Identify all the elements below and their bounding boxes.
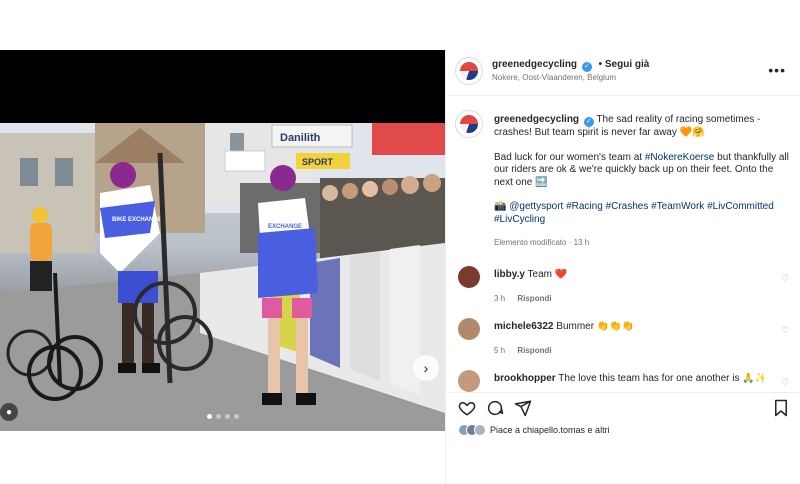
carousel-dots [206,414,239,419]
verified-icon: ✓ [581,62,592,72]
header-username[interactable]: greenedgecycling [492,59,577,70]
comment-meta: 3 h Rispondi [494,294,552,303]
share-icon[interactable] [514,399,532,417]
comment-heart-icon[interactable]: ♡ [781,325,789,336]
comment-username[interactable]: libby.y [494,269,525,280]
heart-icon[interactable] [458,399,476,417]
follow-status-button[interactable]: • Segui già [599,59,650,70]
post-media[interactable]: Danilith SPORT BIKE EXCHANGE EXCHANGE › … [0,50,445,431]
caption-username[interactable]: greenedgecycling [494,114,579,125]
race-photo: Danilith SPORT BIKE EXCHANGE EXCHANGE › … [0,123,445,431]
jersey-text-2: EXCHANGE [268,224,302,230]
comment-text: Bummer 👏👏👏 [556,321,635,332]
commenter-avatar[interactable] [458,318,480,340]
hashtag-link[interactable]: #NokereKoerse [645,152,714,163]
caption-avatar[interactable] [455,110,483,138]
comment-time: 5 h [494,346,506,355]
post-header: greenedgecycling ✓ • Segui già Nokere, O… [446,50,800,96]
reply-button[interactable]: Rispondi [517,346,551,355]
carousel-dot [224,414,230,419]
header-username-row: greenedgecycling ✓ • Segui già [492,59,649,72]
user-tags-button[interactable]: ● [0,403,18,421]
reply-button[interactable]: Rispondi [517,294,551,303]
location-link[interactable]: Nokere, Oost-Vlaanderen, Belgium [492,73,616,82]
comment-item: michele6322 Bummer 👏👏👏 5 h Rispondi ♡ [446,318,800,358]
comment-icon[interactable] [486,399,504,417]
chevron-right-icon: › [423,360,429,376]
bookmark-icon[interactable] [773,399,789,417]
comment-item: brookhopper The love this team has for o… [446,370,800,392]
commenter-avatar[interactable] [458,370,480,392]
comment-meta: 5 h Rispondi [494,346,552,355]
comment-text-row: libby.y Team ❤️ [494,269,764,280]
carousel-dot [206,414,212,419]
ad-banner-text-1: Danilith [280,132,321,144]
verified-icon: ✓ [583,117,594,127]
comment-text-row: brookhopper The love this team has for o… [494,373,764,384]
comment-heart-icon[interactable]: ♡ [781,377,789,388]
jersey-text-1: BIKE EXCHANGE [112,217,162,223]
edited-timestamp: Elemento modificato · 13 h [494,238,590,247]
liker-avatar [474,424,486,436]
commenter-avatar[interactable] [458,266,480,288]
comment-text-row: michele6322 Bummer 👏👏👏 [494,321,764,332]
camera-emoji: 📸 [494,201,510,213]
mention-link[interactable]: @gettysport [509,201,563,212]
comment-time: 3 h [494,294,506,303]
person-icon: ● [5,406,13,418]
carousel-dot [233,414,239,419]
post-side-panel: greenedgecycling ✓ • Segui già Nokere, O… [445,50,800,484]
likes-text: Piace a chiapello.tomas e altri [490,425,610,435]
ad-banner-text-2: SPORT [302,157,334,167]
comment-item: libby.y Team ❤️ 3 h Rispondi ♡ [446,266,800,306]
next-image-button[interactable]: › [413,355,439,381]
comment-text: Team ❤️ [527,269,568,280]
carousel-dot [215,414,221,419]
post-caption: greenedgecycling ✓ The sad reality of ra… [494,114,794,239]
comment-heart-icon[interactable]: ♡ [781,273,789,284]
comment-text: The love this team has for one another i… [558,373,764,384]
comment-username[interactable]: michele6322 [494,321,554,332]
more-icon[interactable]: ••• [768,62,786,78]
caption-text-2-pre: Bad luck for our women's team at [494,151,645,163]
likes-summary[interactable]: Piace a chiapello.tomas e altri [458,424,610,436]
action-bar [446,392,800,422]
comment-username[interactable]: brookhopper [494,373,556,384]
race-scene: Danilith SPORT BIKE EXCHANGE EXCHANGE [0,123,445,431]
avatar[interactable] [455,57,483,85]
